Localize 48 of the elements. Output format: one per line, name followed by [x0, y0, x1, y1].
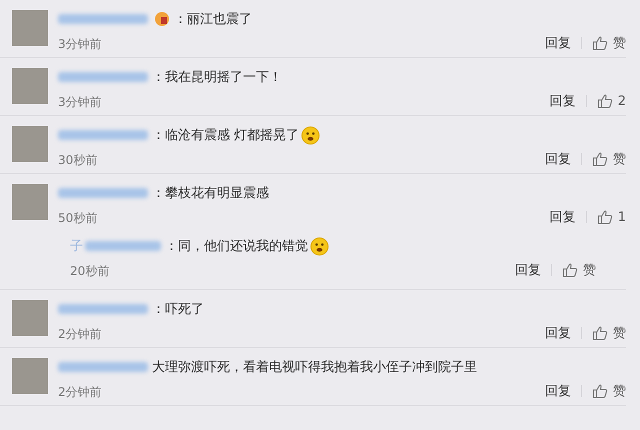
- reply-button[interactable]: 回复: [515, 261, 541, 279]
- thumbs-up-icon: [592, 151, 608, 167]
- thumbs-up-icon: [562, 262, 578, 278]
- blurred-username[interactable]: [58, 14, 148, 24]
- comment-text: ：临沧有震感 灯都摇晃了: [152, 127, 300, 144]
- avatar-placeholder: [12, 10, 48, 46]
- reply-button[interactable]: 回复: [550, 208, 576, 226]
- like-button[interactable]: 1: [596, 209, 626, 225]
- comment-text: ：吓死了: [152, 301, 204, 318]
- comment-text: 大理弥渡吓死，看着电视吓得我抱着我小侄子冲到院子里: [152, 359, 477, 376]
- blurred-username[interactable]: [58, 188, 148, 198]
- blurred-username[interactable]: [85, 241, 161, 251]
- avatar-placeholder: [12, 126, 48, 162]
- reply-text: ：同，他们还说我的错觉: [165, 238, 308, 255]
- like-button[interactable]: 赞: [592, 324, 626, 342]
- blurred-username[interactable]: [58, 130, 148, 140]
- comment-time: 3分钟前: [58, 36, 103, 53]
- thumbs-up-icon: [592, 35, 608, 51]
- like-button[interactable]: 赞: [592, 150, 626, 168]
- comment-text: ：攀枝花有明显震感: [152, 185, 269, 202]
- reply-button[interactable]: 回复: [545, 150, 571, 168]
- reply-button[interactable]: 回复: [545, 34, 571, 52]
- comment-text: ：我在昆明摇了一下！: [152, 69, 282, 86]
- like-button[interactable]: 赞: [592, 34, 626, 52]
- thumbs-up-icon: [592, 325, 608, 341]
- comment-time: 2分钟前: [58, 326, 103, 343]
- comment-text: ：丽江也震了: [174, 11, 252, 28]
- thumbs-up-icon: [596, 209, 613, 225]
- comment-time: 30秒前: [58, 152, 98, 169]
- like-button[interactable]: 赞: [562, 261, 596, 279]
- reply-button[interactable]: 回复: [545, 324, 571, 342]
- like-button[interactable]: 赞: [592, 382, 626, 400]
- avatar-placeholder: [12, 68, 48, 104]
- thumbs-up-icon: [592, 383, 608, 399]
- reply-button[interactable]: 回复: [545, 382, 571, 400]
- blurred-username[interactable]: [58, 304, 148, 314]
- avatar-placeholder: [12, 358, 48, 394]
- reply-time: 20秒前: [70, 263, 110, 280]
- avatar-placeholder: [12, 184, 48, 220]
- blurred-username[interactable]: [58, 72, 148, 82]
- blurred-username[interactable]: [58, 362, 148, 372]
- comment-time: 3分钟前: [58, 94, 103, 111]
- avatar-placeholder: [12, 300, 48, 336]
- thumbs-up-icon: [596, 93, 613, 109]
- reply-button[interactable]: 回复: [550, 92, 576, 110]
- comment-time: 50秒前: [58, 210, 98, 227]
- like-button[interactable]: 2: [596, 93, 626, 109]
- comment-time: 2分钟前: [58, 384, 103, 401]
